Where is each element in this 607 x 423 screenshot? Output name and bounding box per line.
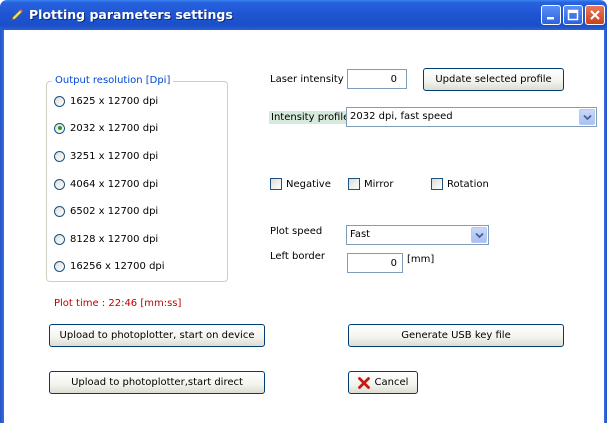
radio-label: 6502 x 12700 dpi [70,205,159,217]
upload-start-on-device-button[interactable]: Upload to photoplotter, start on device [49,324,265,347]
radio-circle[interactable] [54,205,65,217]
negative-checkbox[interactable]: Negative [270,177,331,191]
title-bar[interactable]: Plotting parameters settings [0,0,607,30]
radio-label: 16256 x 12700 dpi [70,260,165,272]
radio-label: 1625 x 12700 dpi [70,95,159,107]
intensity-profile-label: Intensity profile [269,111,352,124]
radio-16256[interactable]: 16256 x 12700 dpi [54,259,165,273]
cancel-label: Cancel [374,377,409,388]
dropdown-arrow-button[interactable] [579,109,595,125]
upload-start-direct-button[interactable]: Upload to photoplotter,start direct [49,371,265,394]
left-border-label: Left border [270,251,326,262]
negative-label: Negative [286,178,331,190]
pencil-icon [8,7,24,23]
radio-2032[interactable]: 2032 x 12700 dpi [54,121,158,135]
plot-speed-select[interactable]: Fast [346,225,489,245]
plot-time-label: Plot time : 22:46 [mm:ss] [54,298,182,309]
radio-1625[interactable]: 1625 x 12700 dpi [54,94,158,108]
generate-usb-label: Generate USB key file [401,330,511,341]
mirror-checkbox[interactable]: Mirror [348,177,393,191]
radio-label: 2032 x 12700 dpi [70,122,159,134]
radio-circle[interactable] [54,150,65,162]
upload-device-label: Upload to photoplotter, start on device [59,330,255,341]
radio-circle[interactable] [54,178,65,190]
left-border-field[interactable]: 0 [347,253,403,273]
cancel-x-icon [357,376,370,389]
radio-circle[interactable] [54,260,65,272]
radio-circle[interactable] [54,233,65,245]
radio-4064[interactable]: 4064 x 12700 dpi [54,177,158,191]
generate-usb-key-button[interactable]: Generate USB key file [348,324,564,347]
plot-speed-value: Fast [350,229,371,240]
close-button[interactable] [585,5,605,25]
intensity-profile-value: 2032 dpi, fast speed [350,111,453,122]
window-title: Plotting parameters settings [29,7,233,22]
plot-speed-label: Plot speed [270,226,323,237]
cancel-button[interactable]: Cancel [348,371,418,394]
mirror-label: Mirror [364,178,394,190]
maximize-button[interactable] [563,5,583,25]
radio-6502[interactable]: 6502 x 12700 dpi [54,204,158,218]
close-icon [590,10,600,20]
radio-circle[interactable] [54,95,65,107]
upload-direct-label: Upload to photoplotter,start direct [71,377,243,388]
left-border-value: 0 [390,257,397,269]
laser-intensity-value: 0 [390,73,397,85]
radio-label: 8128 x 12700 dpi [70,233,159,245]
checkbox-box[interactable] [348,178,360,190]
rotation-checkbox[interactable]: Rotation [431,177,489,191]
intensity-profile-select[interactable]: 2032 dpi, fast speed [346,107,597,127]
minimize-icon [547,17,554,20]
laser-intensity-label: Laser intensity [270,74,344,85]
maximize-icon [567,9,579,21]
chevron-down-icon [583,114,592,121]
radio-label: 4064 x 12700 dpi [70,178,159,190]
laser-intensity-field[interactable]: 0 [347,69,407,89]
radio-label: 3251 x 12700 dpi [70,150,159,162]
update-profile-label: Update selected profile [435,74,552,85]
dropdown-arrow-button[interactable] [471,227,487,243]
checkbox-box[interactable] [270,178,282,190]
rotation-label: Rotation [447,178,489,190]
minimize-button[interactable] [541,5,561,25]
chevron-down-icon [475,232,484,239]
radio-3251[interactable]: 3251 x 12700 dpi [54,149,158,163]
dialog-window: Plotting parameters settings Output reso… [0,0,607,423]
radio-8128[interactable]: 8128 x 12700 dpi [54,232,158,246]
resolution-group-legend: Output resolution [Dpi] [52,75,174,86]
update-profile-button[interactable]: Update selected profile [423,68,564,91]
left-border-unit: [mm] [407,254,435,265]
radio-circle-selected[interactable] [54,122,65,134]
checkbox-box[interactable] [431,178,443,190]
